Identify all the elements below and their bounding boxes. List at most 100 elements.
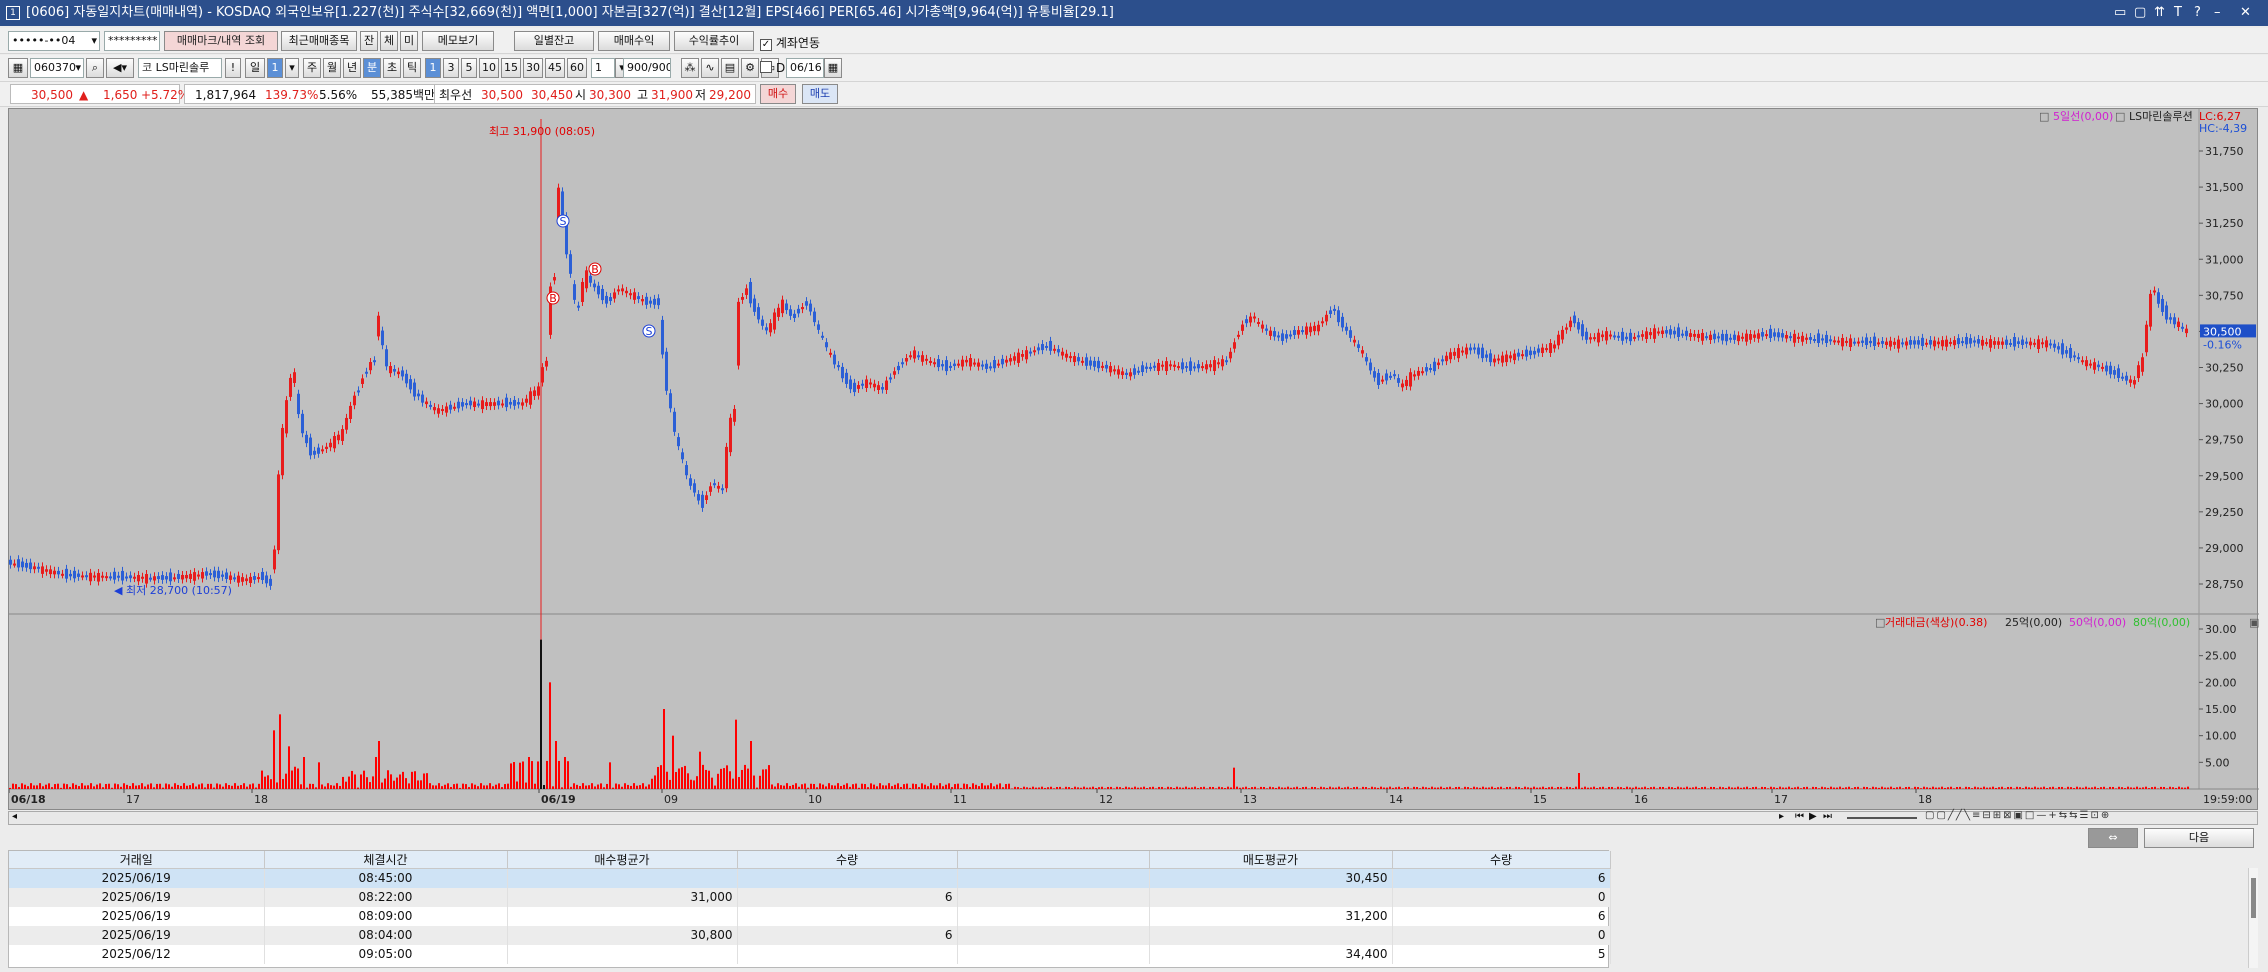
volume-bar bbox=[1887, 787, 1889, 789]
search-icon[interactable]: ⌕ bbox=[86, 58, 104, 78]
scroll-left-icon[interactable]: ◂ bbox=[12, 811, 17, 822]
table-header-2[interactable]: 매수평균가 bbox=[507, 851, 738, 869]
password-field[interactable]: ********* bbox=[104, 31, 160, 51]
table-header-5[interactable]: 매도평균가 bbox=[1149, 851, 1393, 869]
volume-bar bbox=[924, 784, 926, 789]
buy-button[interactable]: 매수 bbox=[760, 84, 796, 104]
candle-body bbox=[1281, 333, 1284, 341]
sound-icon[interactable]: ◀▾ bbox=[106, 58, 134, 78]
candle-body bbox=[493, 402, 496, 406]
chart-area[interactable]: 31,750 31,500 31,250 31,000 30,750 30,500 30,2… bbox=[8, 108, 2259, 811]
table-header-0[interactable]: 거래일 bbox=[9, 851, 265, 869]
period-month-button[interactable]: 월 bbox=[323, 58, 341, 78]
interval-custom-input[interactable]: 1 bbox=[591, 58, 615, 78]
volume-bar bbox=[465, 784, 467, 789]
zoom-slider[interactable] bbox=[1847, 817, 1917, 819]
interval-10-button[interactable]: 10 bbox=[479, 58, 499, 78]
table-row[interactable]: 2025/06/19 08:09:00 31,200 6 bbox=[9, 906, 1611, 926]
volume-bar bbox=[1365, 787, 1367, 789]
candle-body bbox=[1453, 351, 1456, 356]
period-minute-button[interactable]: 분 bbox=[363, 58, 381, 78]
interval-45-button[interactable]: 45 bbox=[545, 58, 565, 78]
chart-scrollbar[interactable]: ◂ ▸ ⏮ ▶ ⏭ ▢▢╱╱╲≡⊟⊞⊠▣□—+⇆⇆☰⊡⊕ bbox=[8, 810, 2258, 825]
volume-bar bbox=[1569, 787, 1571, 789]
period-week-button[interactable]: 주 bbox=[303, 58, 321, 78]
volume-bar bbox=[1893, 787, 1895, 789]
minimize-icon[interactable]: – bbox=[2214, 0, 2221, 26]
yield-trend-button[interactable]: 수익률추이 bbox=[674, 31, 754, 51]
layout-icon[interactable]: ▦ bbox=[8, 58, 28, 78]
scroll-right-icon[interactable]: ▸ bbox=[1779, 811, 1784, 822]
period-second-button[interactable]: 초 bbox=[383, 58, 401, 78]
save-icon[interactable]: ▤ bbox=[721, 58, 739, 78]
table-row[interactable]: 2025/06/12 09:05:00 34,400 5 bbox=[9, 944, 1611, 964]
trade-query-button[interactable]: 매매마크/내역 조회 bbox=[164, 31, 278, 51]
calendar-icon[interactable]: ▦ bbox=[824, 58, 842, 78]
table-row[interactable]: 2025/06/19 08:22:00 31,000 6 0 bbox=[9, 887, 1611, 907]
close-icon[interactable]: ✕ bbox=[2240, 0, 2251, 26]
help-icon[interactable]: ? bbox=[2194, 0, 2201, 26]
interval-5-button[interactable]: 5 bbox=[461, 58, 477, 78]
interval-3-button[interactable]: 3 bbox=[443, 58, 459, 78]
volume-bar bbox=[1566, 786, 1568, 789]
recent-trades-button[interactable]: 최근매매종목 bbox=[281, 31, 357, 51]
memo-button[interactable]: 메모보기 bbox=[422, 31, 494, 51]
chart-type-icon[interactable]: ⁂ bbox=[681, 58, 699, 78]
interval-60-button[interactable]: 60 bbox=[567, 58, 587, 78]
table-header-1[interactable]: 체결시간 bbox=[264, 851, 508, 869]
indicator-icon[interactable]: ∿ bbox=[701, 58, 719, 78]
table-header-6[interactable]: 수량 bbox=[1392, 851, 1611, 869]
legend-box-icon: □ bbox=[2039, 110, 2049, 123]
table-header-4[interactable] bbox=[957, 851, 1150, 869]
table-row[interactable]: 2025/06/19 08:45:00 30,450 6 bbox=[9, 868, 1611, 888]
period-day-button[interactable]: 일 bbox=[245, 58, 265, 78]
volume-bar bbox=[630, 785, 632, 789]
date-input[interactable]: 06/16 bbox=[786, 58, 824, 78]
daily-balance-button[interactable]: 일별잔고 bbox=[514, 31, 594, 51]
filled-button[interactable]: 체 bbox=[380, 31, 398, 51]
volume-bar bbox=[1851, 788, 1853, 789]
maximize-icon[interactable]: ▢ bbox=[2134, 0, 2146, 26]
font-icon[interactable]: T bbox=[2174, 0, 2182, 26]
stock-name-field[interactable]: 코 LS마린솔루 bbox=[138, 58, 222, 78]
table-header-3[interactable]: 수량 bbox=[737, 851, 958, 869]
table-scrollbar[interactable] bbox=[2248, 868, 2258, 968]
sell-button[interactable]: 매도 bbox=[802, 84, 838, 104]
volume-bar bbox=[816, 787, 818, 789]
balance-button[interactable]: 잔 bbox=[360, 31, 378, 51]
account-select[interactable]: •••••-••04 ▾ bbox=[8, 31, 100, 51]
settings-icon[interactable]: ⚙ bbox=[741, 58, 759, 78]
period-tick-button[interactable]: 틱 bbox=[403, 58, 421, 78]
candle-body bbox=[1989, 339, 1992, 348]
scroll-start-icon[interactable]: ⏮ bbox=[1795, 811, 1804, 822]
candle-count-field[interactable]: 900/900 bbox=[623, 58, 671, 78]
play-icon[interactable]: ▶ bbox=[1809, 811, 1817, 822]
period-year-button[interactable]: 년 bbox=[343, 58, 361, 78]
next-button[interactable]: 다음 bbox=[2144, 828, 2254, 848]
drawing-tools-icon[interactable]: ▢▢╱╱╲≡⊟⊞⊠▣□—+⇆⇆☰⊡⊕ bbox=[1925, 810, 2111, 821]
day-count-field[interactable]: 1 bbox=[267, 58, 283, 78]
volume-bar bbox=[1722, 787, 1724, 789]
scroll-end-icon[interactable]: ⏭ bbox=[1823, 811, 1832, 822]
unfilled-button[interactable]: 미 bbox=[400, 31, 418, 51]
candle-body bbox=[1289, 334, 1292, 337]
table-row[interactable]: 2025/06/19 08:04:00 30,800 6 0 bbox=[9, 925, 1611, 945]
table-scroll-thumb[interactable] bbox=[2251, 878, 2256, 918]
stock-code-input[interactable]: 060370 ▾ bbox=[30, 58, 84, 78]
window-icon[interactable]: 1 bbox=[6, 6, 20, 20]
account-link-checkbox[interactable]: ✓ 계좌연동 bbox=[760, 34, 820, 51]
pin-icon[interactable]: ⇈ bbox=[2154, 0, 2165, 26]
candle-body bbox=[417, 393, 420, 397]
restore-icon[interactable]: ▭ bbox=[2114, 0, 2126, 26]
interval-30-button[interactable]: 30 bbox=[523, 58, 543, 78]
chevron-down-icon[interactable]: ▾ bbox=[285, 58, 299, 78]
interval-1-button[interactable]: 1 bbox=[425, 58, 441, 78]
link-icon[interactable]: ⇔ bbox=[2088, 828, 2138, 848]
candle-body bbox=[1221, 359, 1224, 367]
price-chart-svg[interactable]: 31,750 31,500 31,250 31,000 30,750 30,500 30,2… bbox=[8, 109, 2259, 811]
interval-15-button[interactable]: 15 bbox=[501, 58, 521, 78]
date-checkbox[interactable] bbox=[760, 61, 772, 73]
alert-button[interactable]: ! bbox=[225, 58, 241, 78]
trade-profit-button[interactable]: 매매수익 bbox=[598, 31, 670, 51]
candle-body bbox=[1501, 355, 1504, 363]
